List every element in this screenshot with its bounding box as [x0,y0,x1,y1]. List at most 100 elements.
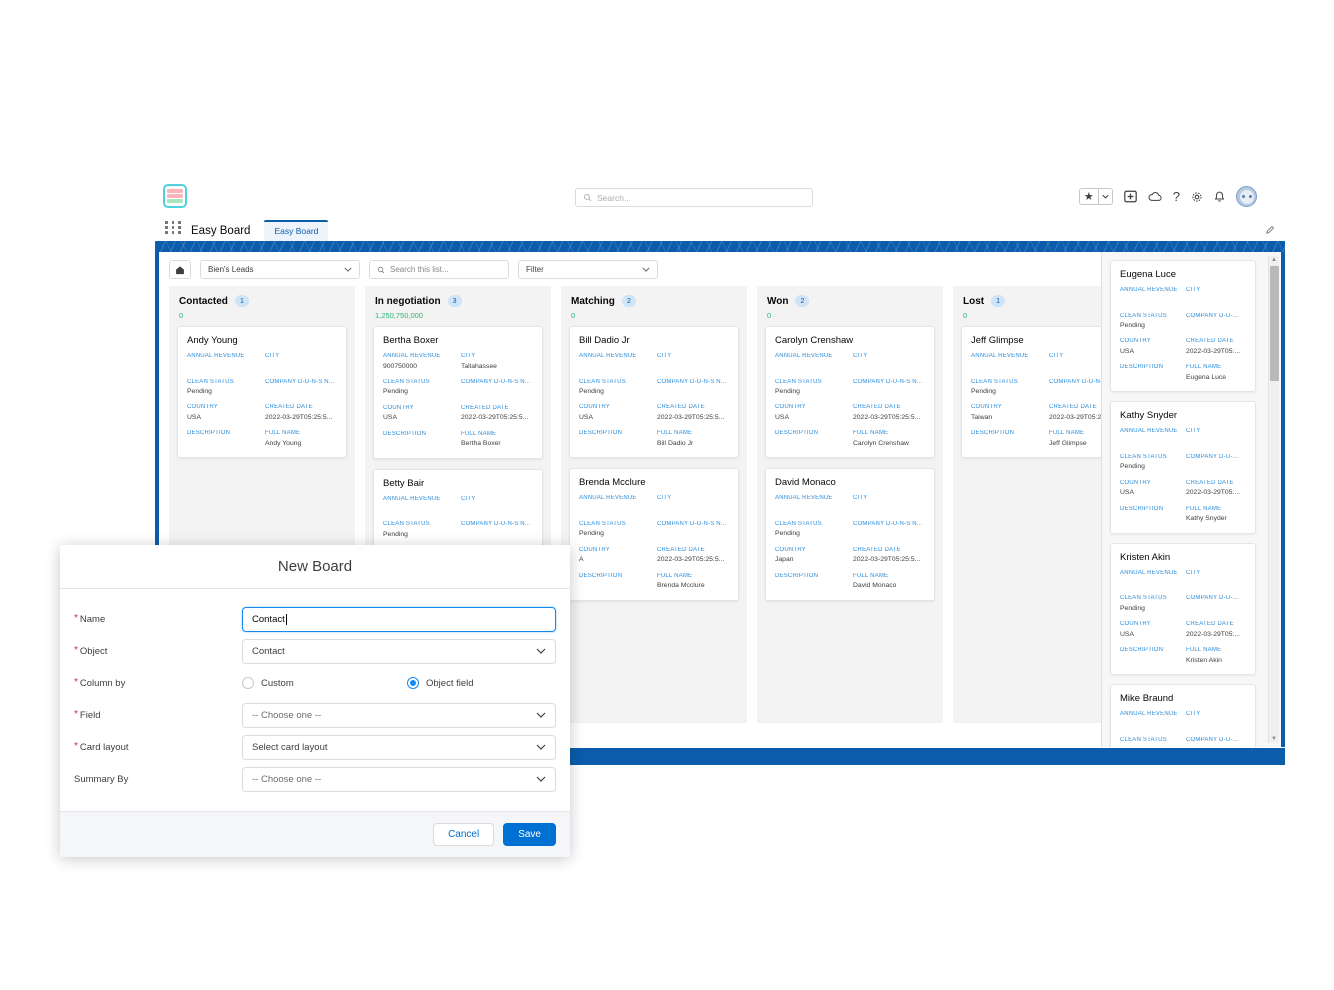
scroll-up-arrow-icon[interactable]: ▲ [1271,256,1277,264]
object-label: * Object [74,646,242,657]
field-country-label: COUNTRY [971,404,1002,411]
field-company-duns-value [461,388,533,396]
field-company-duns-label: COMPANY D-U-... [1186,595,1239,602]
favorites-group[interactable]: ★ [1078,188,1113,205]
field-full-name-value: Bertha Boxer [461,440,501,448]
kanban-column-header: Matching 2 0 [561,286,747,326]
kanban-column-summary: 0 [963,311,968,320]
radio-object-field[interactable]: Object field [407,677,572,689]
cancel-button[interactable]: Cancel [433,823,495,846]
text-caret [285,613,287,625]
notifications-bell-icon[interactable] [1214,191,1225,203]
app-launcher-plus-icon[interactable] [1123,190,1137,203]
kanban-column[interactable]: Lost 1 0 Jeff Glimpse ANNUAL REVENUE CITY CLEA… [953,286,1101,723]
user-avatar[interactable] [1236,186,1257,207]
easy-board-logo-icon[interactable] [163,184,187,208]
field-created-date-value: 2022-03-29T05:25:5... [461,414,529,422]
tab-easy-board[interactable]: Easy Board [264,220,329,241]
radio-custom-dot[interactable] [242,677,254,689]
field-created-date-value: 2022-03-29T05:25:5... [657,556,725,564]
kanban-column[interactable]: Won 2 0 Carolyn Crenshaw ANNUAL REVENUE CITY C… [757,286,943,723]
field-clean-status-value [1120,746,1180,747]
record-card[interactable]: Bill Dadio Jr ANNUAL REVENUE CITY CLEAN STA… [569,326,739,459]
filter-select[interactable]: Filter [518,260,658,279]
field-clean-status-value: Pending [579,530,604,538]
record-card-fields: ANNUAL REVENUE CITY CLEAN STATUS Pending COM… [775,353,925,448]
app-launcher-waffle-icon[interactable] [165,221,183,235]
field-city-label: CITY [1186,428,1201,435]
field-created-date-label: CREATED DATE [657,404,705,411]
field-description-value [1120,515,1180,523]
record-card-title: Andy Young [187,335,238,346]
setup-gear-icon[interactable] [1191,191,1203,203]
record-card[interactable]: Kathy Snyder ANNUAL REVENUE CITY CLEAN STAT… [1110,401,1256,534]
name-label-text: Name [79,613,106,625]
kanban-column[interactable]: Matching 2 0 Bill Dadio Jr ANNUAL REVENUE CIT… [561,286,747,723]
summary-by-select[interactable]: -- Choose one -- [242,766,556,792]
field-company-duns-value [461,531,533,539]
radio-custom[interactable]: Custom [242,677,407,689]
favorites-caret-icon[interactable] [1099,189,1112,204]
field-created-date-value: 2022-03-29T05:25:5... [1049,413,1101,421]
field-company-duns-label: COMPANY D-U-N-S N... [853,520,923,527]
field-full-name-label: FULL NAME [657,430,693,437]
global-search-input[interactable]: Search... [575,188,813,207]
field-country-label: COUNTRY [1120,479,1151,486]
pencil-icon[interactable] [1266,221,1275,239]
field-select[interactable]: -- Choose one -- [242,702,556,728]
form-row-column-by: * Column by Custom Object field [60,667,570,699]
record-card[interactable]: Jeff Glimpse ANNUAL REVENUE CITY CLEAN STAT… [961,326,1101,459]
record-card[interactable]: David Monaco ANNUAL REVENUE CITY CLEAN STAT… [765,468,935,601]
record-card-title: Mike Braund [1120,693,1174,705]
field-annual-revenue-label: ANNUAL REVENUE [971,353,1029,359]
record-card[interactable]: Eugena Luce ANNUAL REVENUE CITY CLEAN STATU… [1110,260,1256,393]
field-description-label: DESCRIPTION [1120,364,1164,371]
field-company-duns-value [1186,605,1246,613]
record-card[interactable]: Kristen Akin ANNUAL REVENUE CITY CLEAN STAT… [1110,542,1256,676]
field-annual-revenue-value [775,363,847,371]
home-icon[interactable] [169,260,191,279]
scroll-down-arrow-icon[interactable]: ▼ [1271,735,1277,743]
radio-object-field-dot[interactable] [407,677,419,689]
field-clean-status-value: Pending [1120,463,1145,471]
object-select[interactable]: Contact [242,638,556,664]
cloud-icon[interactable] [1148,191,1162,202]
favorites-star-icon[interactable]: ★ [1080,189,1098,204]
field-city-label: CITY [1186,287,1201,293]
name-input[interactable]: Contact [242,606,556,632]
field-description-label: DESCRIPTION [579,572,623,579]
record-card[interactable]: Brenda Mcclure ANNUAL REVENUE CITY CLEAN ST… [569,468,739,601]
required-asterisk: * [74,709,78,720]
field-clean-status-value: Pending [187,388,212,395]
field-created-date-label: CREATED DATE [1186,621,1234,628]
new-board-modal: New Board * Name Contact * Object Contac… [60,545,570,857]
list-view-select[interactable]: Bien's Leads [200,260,360,279]
card-layout-select[interactable]: Select card layout [242,734,556,760]
help-icon[interactable]: ? [1173,189,1180,204]
field-full-name-value: Jeff Glimpse [1049,439,1087,447]
record-card[interactable]: Bertha Boxer ANNUAL REVENUE 900750000 CITY T… [373,326,543,459]
list-search-input[interactable]: Search this list... [369,260,509,279]
field-company-duns-label: COMPANY D-U-... [1186,312,1239,319]
field-annual-revenue-value: 900750000 [383,362,418,370]
field-created-date-value: 2022-03-29T05:25:5... [853,556,921,564]
record-card[interactable]: Carolyn Crenshaw ANNUAL REVENUE CITY CLEAN … [765,326,935,459]
record-card[interactable]: Mike Braund ANNUAL REVENUE CITY CLEAN STATU… [1110,684,1256,747]
required-asterisk: * [74,741,78,752]
field-city-value: Tallahassee [461,362,497,370]
record-card[interactable]: Andy Young ANNUAL REVENUE CITY CLEAN STATUS… [177,326,347,459]
field-clean-status-label: CLEAN STATUS [579,520,626,527]
field-annual-revenue-label: ANNUAL REVENUE [775,495,833,502]
field-description-value [579,582,651,590]
field-country-label: COUNTRY [187,404,218,411]
save-button[interactable]: Save [503,823,556,846]
field-country-value: USA [1120,489,1134,497]
field-country-label: COUNTRY [1120,621,1151,628]
right-panel-scrollbar[interactable]: ▲ ▼ [1268,256,1279,743]
field-clean-status-label: CLEAN STATUS [579,378,626,385]
field-city-value [1186,297,1246,305]
scrollbar-thumb[interactable] [1270,266,1279,381]
field-country-value: Taiwan [971,413,993,421]
field-country-value: A [579,556,584,564]
field-country-value: USA [383,414,397,422]
